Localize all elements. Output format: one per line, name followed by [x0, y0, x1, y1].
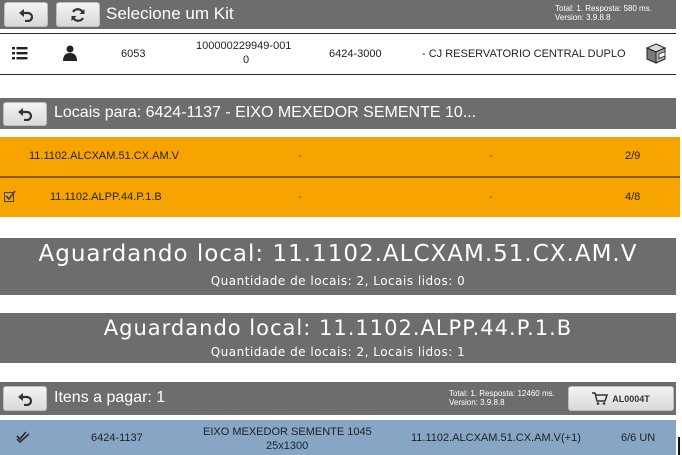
locais-count: 4/8: [625, 191, 641, 203]
locais-row[interactable]: 11.1102.ALCXAM.51.CX.AM.V - - 2/9: [0, 137, 680, 176]
kit-header-bar: Selecione um Kit Total: 1. Resposta: 580…: [0, 0, 676, 29]
kit-header-title: Selecione um Kit: [106, 4, 234, 23]
boxes-icon[interactable]: [645, 43, 667, 68]
cart-button[interactable]: AL0004T: [568, 386, 674, 411]
itens-header-status-2: Version: 3.9.8.8: [449, 398, 505, 407]
waiting-banner-title: Aguardando local: 11.1102.ALPP.44.P.1.B: [103, 316, 573, 340]
waiting-banner-subtitle: Quantidade de locais: 2, Locais lidos: 1: [210, 345, 466, 359]
itens-header-title: Itens a pagar: 1: [54, 389, 166, 406]
check-icon: [4, 190, 16, 205]
back-button[interactable]: [4, 2, 48, 27]
locais-header-title: Locais para: 6424-1137 - EIXO MEXEDOR SE…: [54, 104, 477, 121]
itens-header-status-1: Total: 1. Resposta: 12460 ms.: [449, 389, 555, 398]
itens-header-bar: Itens a pagar: 1 Total: 1. Resposta: 124…: [0, 382, 676, 415]
locais-col2: -: [298, 150, 302, 162]
locais-location: 11.1102.ALCXAM.51.CX.AM.V: [29, 150, 179, 162]
itens-back-button[interactable]: [3, 386, 47, 411]
back-arrow-icon: [18, 108, 33, 121]
locais-row[interactable]: 11.1102.ALPP.44.P.1.B - - 4/8: [0, 178, 680, 217]
item-desc-line1: EIXO MEXEDOR SEMENTE 1045: [203, 426, 372, 438]
scroll-edge: [678, 437, 680, 455]
locais-location: 11.1102.ALPP.44.P.1.B: [50, 191, 162, 203]
locais-col3: -: [489, 191, 493, 203]
item-part: 6424-1137: [91, 432, 143, 444]
kit-code-line1: 100000229949-001: [196, 40, 292, 52]
waiting-banner: Aguardando local: 11.1102.ALCXAM.51.CX.A…: [0, 238, 676, 295]
kit-header-status-2: Version: 3.9.8.8: [555, 13, 611, 22]
waiting-banner-title: Aguardando local: 11.1102.ALCXAM.51.CX.A…: [38, 241, 638, 267]
cart-icon: [592, 392, 609, 405]
kit-row[interactable]: 6053 100000229949-001 0 6424-3000 - CJ R…: [0, 33, 676, 75]
kit-header-status-1: Total: 1. Resposta: 580 ms.: [555, 4, 652, 13]
user-icon[interactable]: [63, 45, 77, 64]
kit-code-line2: 0: [243, 54, 250, 66]
waiting-banner: Aguardando local: 11.1102.ALPP.44.P.1.B …: [0, 313, 676, 363]
list-icon[interactable]: [12, 46, 28, 63]
back-arrow-icon: [19, 8, 34, 22]
waiting-banner-subtitle: Quantidade de locais: 2, Locais lidos: 0: [210, 274, 466, 288]
kit-part: 6424-3000: [329, 48, 382, 60]
kit-number: 6053: [121, 48, 146, 60]
locais-col2: -: [298, 191, 302, 203]
back-arrow-icon: [18, 392, 33, 406]
double-check-icon: [16, 431, 30, 446]
refresh-button[interactable]: [56, 2, 100, 27]
item-desc-line2: 25x1300: [266, 440, 309, 452]
item-row[interactable]: 6424-1137 EIXO MEXEDOR SEMENTE 1045 25x1…: [0, 420, 676, 455]
item-location: 11.1102.ALCXAM.51.CX.AM.V(+1): [411, 432, 581, 444]
locais-col3: -: [489, 150, 493, 162]
item-qty: 6/6 UN: [621, 432, 656, 444]
locais-header-bar: Locais para: 6424-1137 - EIXO MEXEDOR SE…: [0, 98, 676, 129]
locais-back-button[interactable]: [3, 102, 47, 126]
refresh-icon: [71, 7, 85, 22]
locais-count: 2/9: [625, 150, 641, 162]
kit-description: - CJ RESERVATORIO CENTRAL DUPLO: [422, 48, 626, 60]
cart-button-label: AL0004T: [612, 393, 650, 404]
